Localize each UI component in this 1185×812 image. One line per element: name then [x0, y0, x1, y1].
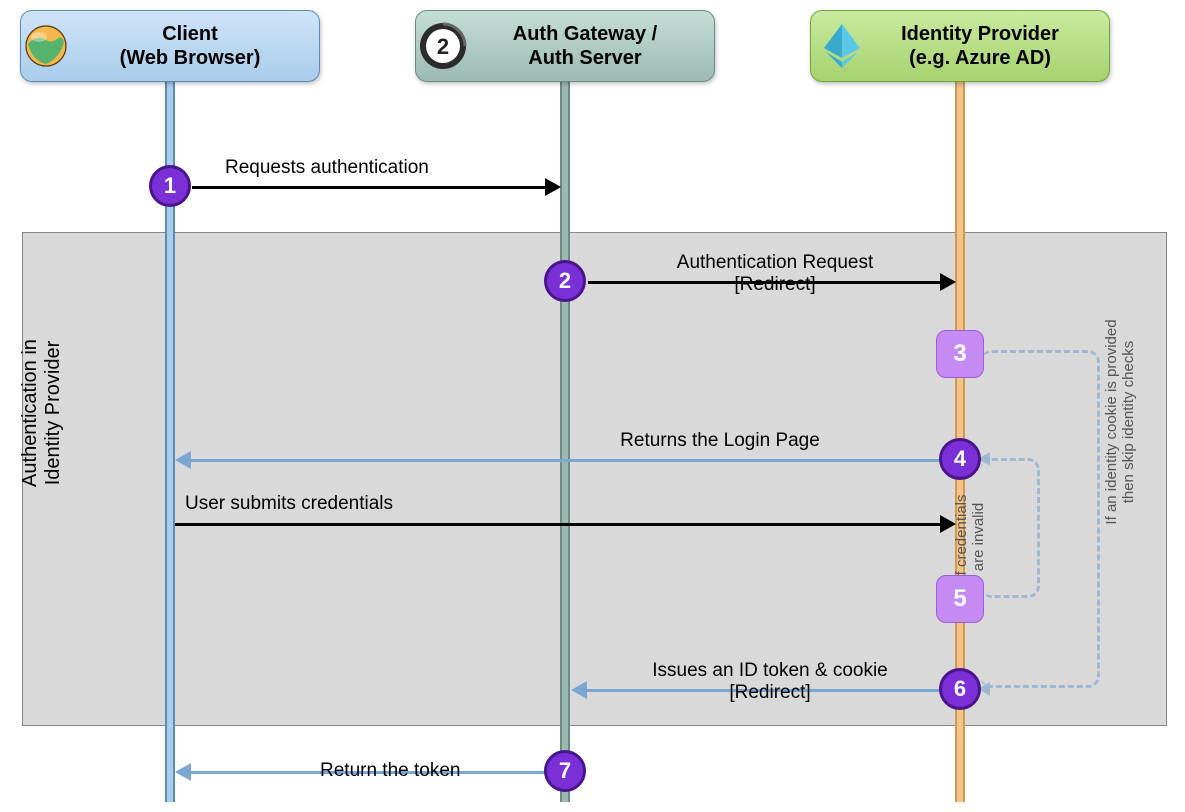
svg-text:2: 2: [437, 34, 449, 59]
arrow-returns-login-page: [190, 459, 940, 462]
phase-label: Authentication inIdentity Provider: [19, 313, 65, 513]
dashed-loop-invalid-credentials: [980, 458, 1040, 598]
participant-auth-label: Auth Gateway /Auth Server: [463, 22, 667, 70]
arrow-head-1: [545, 178, 561, 196]
oauth2-badge-icon: 2: [419, 22, 467, 70]
sequence-diagram: Authentication inIdentity Provider Clien…: [10, 10, 1175, 802]
arrow-user-submits-credentials: [175, 523, 943, 526]
message-authentication-request: Authentication Request [Redirect]: [630, 252, 920, 296]
message-user-submits-credentials: User submits credentials: [185, 493, 393, 515]
arrow-head-6: [571, 681, 587, 699]
step-tile-5: 5: [936, 575, 984, 623]
arrow-requests-authentication: [192, 186, 547, 189]
lifeline-auth-server: [560, 82, 570, 802]
arrow-head-2: [940, 273, 956, 291]
message-issues-id-token: Issues an ID token & cookie [Redirect]: [610, 660, 930, 704]
participant-idp-label: Identity Provider(e.g. Azure AD): [851, 22, 1069, 70]
arrow-head-7: [175, 763, 191, 781]
participant-client-label: Client(Web Browser): [70, 22, 271, 70]
message-requests-authentication: Requests authentication: [225, 157, 429, 179]
step-badge-4: 4: [939, 438, 981, 480]
step-badge-2: 2: [544, 260, 586, 302]
message-return-the-token: Return the token: [320, 760, 460, 782]
message-returns-login-page: Returns the Login Page: [570, 430, 870, 452]
step-tile-3: 3: [936, 330, 984, 378]
step-badge-6: 6: [939, 668, 981, 710]
step-badge-1: 1: [149, 165, 191, 207]
globe-icon: [24, 24, 68, 68]
step-badge-7: 7: [544, 750, 586, 792]
ethereum-diamond-icon: [820, 22, 864, 70]
arrow-head-4: [175, 451, 191, 469]
arrow-head-submit: [940, 515, 956, 533]
note-skip-identity: If an identity cookie is providedthen sk…: [1103, 292, 1137, 552]
